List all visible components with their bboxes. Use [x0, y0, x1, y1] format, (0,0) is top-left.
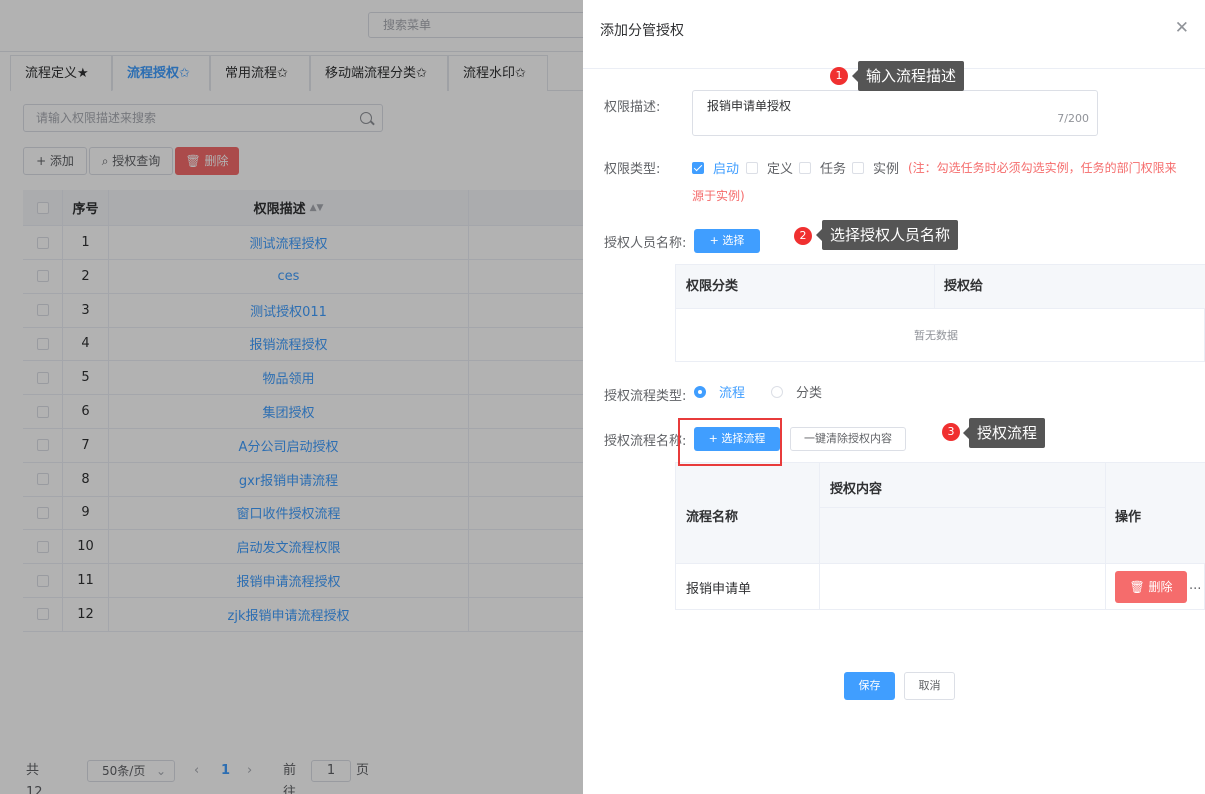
select-person-label: 选择 — [722, 234, 745, 247]
desc-textarea[interactable]: 报销申请单授权 7/200 — [692, 90, 1098, 136]
type-definition-checkbox[interactable] — [746, 162, 758, 174]
type-start-label[interactable]: 启动 — [713, 158, 739, 177]
type-label: 权限类型: — [604, 162, 661, 177]
type-start-checkbox[interactable] — [692, 162, 704, 174]
type-definition-label[interactable]: 定义 — [767, 158, 793, 177]
divider — [819, 463, 820, 609]
person-label: 授权人员名称: — [604, 236, 687, 251]
drawer-title: 添加分管授权 — [600, 23, 684, 39]
col-grant-to: 授权给 — [944, 279, 984, 294]
type-task-label[interactable]: 任务 — [820, 158, 846, 177]
col-flow-name: 流程名称 — [686, 510, 739, 525]
desc-label: 权限描述: — [604, 100, 661, 115]
type-note-line2: 源于实例) — [692, 189, 745, 203]
annotation-badge-1: 1 — [830, 67, 848, 85]
add-authorization-drawer: 添加分管授权 ✕ 权限描述: 报销申请单授权 7/200 权限类型: 启动 定义… — [583, 0, 1205, 794]
radio-flow-label[interactable]: 流程 — [719, 382, 745, 401]
person-table-header: 权限分类 授权给 — [676, 265, 1205, 309]
more-icon[interactable]: ... — [1189, 578, 1201, 593]
close-icon[interactable]: ✕ — [1175, 18, 1189, 38]
flowname-label: 授权流程名称: — [604, 434, 687, 449]
radio-category-label[interactable]: 分类 — [796, 382, 822, 401]
col-auth-content: 授权内容 — [830, 482, 883, 497]
person-table: 权限分类 授权给 暂无数据 — [675, 264, 1205, 362]
radio-category[interactable] — [771, 386, 783, 398]
desc-char-count: 7/200 — [1057, 112, 1089, 125]
annotation-badge-3: 3 — [942, 423, 960, 441]
annotation-tip-1: 输入流程描述 — [851, 61, 965, 91]
col-operation: 操作 — [1115, 510, 1142, 525]
flowtype-label: 授权流程类型: — [604, 389, 687, 404]
desc-value: 报销申请单授权 — [707, 99, 792, 113]
annotation-tip-3: 授权流程 — [962, 418, 1046, 448]
type-note-line1: (注：勾选任务时必须勾选实例，任务的部门权限来 — [908, 161, 1177, 175]
modal-overlay[interactable] — [0, 0, 583, 794]
annotation-badge-2: 2 — [794, 227, 812, 245]
type-task-checkbox[interactable] — [799, 162, 811, 174]
type-instance-checkbox[interactable] — [852, 162, 864, 174]
type-instance-label[interactable]: 实例 — [873, 158, 899, 177]
highlight-box — [678, 418, 782, 466]
divider — [819, 507, 1105, 508]
select-person-button[interactable]: + 选择 — [694, 229, 760, 253]
clear-content-button[interactable]: 一键清除授权内容 — [790, 427, 906, 451]
cancel-button[interactable]: 取消 — [904, 672, 955, 700]
row-delete-button[interactable]: 🗑 删除 — [1115, 571, 1187, 603]
col-perm-category: 权限分类 — [686, 279, 739, 294]
row-flow-name: 报销申请单 — [686, 582, 752, 597]
row-delete-label: 删除 — [1148, 580, 1173, 594]
plus-icon: + — [709, 234, 719, 247]
trash-icon: 🗑 — [1129, 580, 1145, 594]
empty-text: 暂无数据 — [914, 329, 958, 342]
flow-table: 流程名称 授权内容 操作 报销申请单 🗑 删除 ... — [675, 462, 1205, 610]
annotation-tip-2: 选择授权人员名称 — [815, 220, 959, 250]
divider — [1105, 463, 1106, 609]
radio-flow[interactable] — [694, 386, 706, 398]
save-button[interactable]: 保存 — [844, 672, 895, 700]
